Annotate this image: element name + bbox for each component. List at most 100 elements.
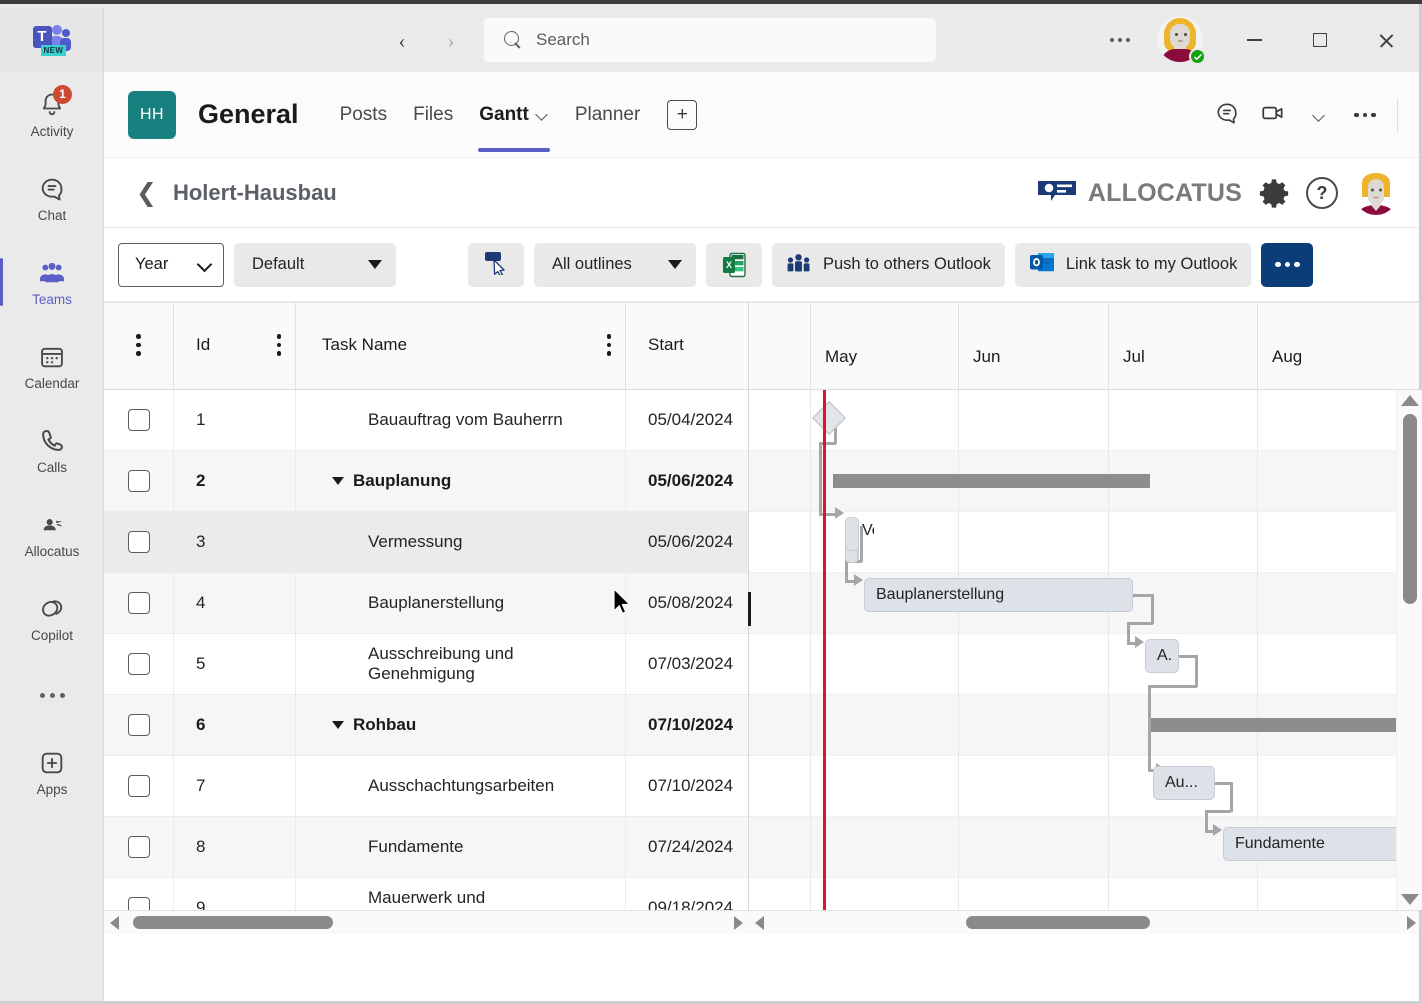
add-tab-button[interactable]: + [667,100,697,130]
scroll-thumb[interactable] [133,916,333,929]
scroll-track[interactable] [770,911,1401,935]
tab-gantt[interactable]: Gantt [466,72,562,158]
row-checkbox-cell[interactable] [104,878,174,910]
table-row[interactable]: 4 Bauplanerstellung 05/08/2024 [104,573,748,634]
search-input[interactable]: Search [483,17,937,63]
channel-meet-dropdown[interactable] [1299,95,1339,135]
sidebar-item-apps[interactable]: Apps [0,730,104,814]
checkbox[interactable] [128,897,150,910]
chart-horizontal-scrollbar[interactable] [749,910,1422,934]
task-bar-vermessung[interactable] [845,517,859,551]
scroll-right-arrow-icon[interactable] [1407,916,1416,930]
close-button[interactable] [1364,22,1408,58]
chevron-down-icon[interactable] [536,108,549,121]
maximize-button[interactable] [1298,22,1342,58]
row-checkbox-cell[interactable] [104,756,174,816]
checkbox[interactable] [128,592,150,614]
nav-back-button[interactable]: ‹ [385,24,419,58]
scroll-thumb[interactable] [966,916,1150,929]
channel-more-button[interactable] [1345,95,1385,135]
sidebar-item-calendar[interactable]: Calendar [0,324,104,408]
scroll-track[interactable] [1397,406,1422,894]
user-avatar-button[interactable] [1354,171,1398,215]
row-checkbox-cell[interactable] [104,451,174,511]
scroll-down-arrow-icon[interactable] [1401,894,1419,905]
scroll-track[interactable] [125,911,728,935]
link-task-to-my-outlook-button[interactable]: Link task to my Outlook [1015,243,1252,287]
minimize-button[interactable] [1232,22,1276,58]
summary-bar[interactable] [1151,718,1422,732]
push-to-others-outlook-button[interactable]: Push to others Outlook [772,243,1005,287]
row-checkbox-cell[interactable] [104,512,174,572]
more-icon [1275,262,1300,268]
table-row[interactable]: 5 Ausschreibung und Genehmigung 07/03/20… [104,634,748,695]
help-button[interactable]: ? [1306,177,1338,209]
export-excel-button[interactable]: X [706,243,762,287]
checkbox[interactable] [128,653,150,675]
tab-files[interactable]: Files [400,72,466,158]
view-value: Default [252,255,304,274]
titlebar-more-button[interactable] [1103,29,1137,51]
teams-logo-button[interactable]: T NEW [0,8,104,76]
chart-vertical-scrollbar[interactable] [1396,390,1422,910]
table-row[interactable]: 3 Vermessung 05/06/2024 [104,512,748,573]
tab-posts[interactable]: Posts [327,72,401,158]
table-row[interactable]: 1 Bauauftrag vom Bauherrn 05/04/2024 [104,390,748,451]
toolbar-overflow-button[interactable] [1261,243,1313,287]
task-bar[interactable]: Fundamente [1223,827,1422,861]
nav-forward-button[interactable]: › [434,24,468,58]
more-vertical-icon[interactable] [277,334,282,356]
table-row[interactable]: 2 Bauplanung 05/06/2024 [104,451,748,512]
checkbox[interactable] [128,470,150,492]
grid-header-start[interactable]: Start [626,301,748,389]
summary-bar[interactable] [833,474,1150,488]
channel-chat-button[interactable] [1207,95,1247,135]
row-checkbox-cell[interactable] [104,390,174,450]
grid-header-task-name[interactable]: Task Name [296,301,626,389]
checkbox[interactable] [128,714,150,736]
sidebar-item-teams[interactable]: Teams [0,240,104,324]
column-resize-handle[interactable] [748,592,751,626]
sidebar-item-activity[interactable]: 1 Activity [0,72,104,156]
sidebar-item-allocatus[interactable]: Allocatus [0,492,104,576]
task-bar[interactable]: Bauplanerstellung [864,578,1133,612]
checkbox[interactable] [128,409,150,431]
scroll-left-arrow-icon[interactable] [110,916,119,930]
table-row[interactable]: 8 Fundamente 07/24/2024 [104,817,748,878]
view-select[interactable]: Default [234,243,396,287]
checkbox[interactable] [128,531,150,553]
task-bar[interactable]: Au... [1153,766,1215,800]
checkbox[interactable] [128,836,150,858]
outline-select[interactable]: All outlines [534,243,696,287]
back-button[interactable]: ❮ [136,178,157,208]
checkbox[interactable] [128,775,150,797]
collapse-triangle-icon[interactable] [332,477,344,485]
rail-more-button[interactable] [0,660,104,730]
scroll-left-arrow-icon[interactable] [755,916,764,930]
account-avatar-button[interactable] [1157,16,1205,64]
scroll-up-arrow-icon[interactable] [1401,395,1419,406]
settings-button[interactable] [1258,177,1290,209]
channel-meet-button[interactable] [1253,95,1293,135]
scroll-right-arrow-icon[interactable] [734,916,743,930]
collapse-triangle-icon[interactable] [332,721,344,729]
grid-header-menu-select[interactable] [104,301,174,389]
row-checkbox-cell[interactable] [104,695,174,755]
sidebar-item-calls[interactable]: Calls [0,408,104,492]
grid-horizontal-scrollbar[interactable] [104,910,749,934]
row-checkbox-cell[interactable] [104,573,174,633]
row-checkbox-cell[interactable] [104,817,174,877]
table-row[interactable]: 9 Mauerwerk und Stahlbetondecken 09/18/2… [104,878,748,910]
task-bar[interactable]: A. [1145,639,1179,673]
scroll-thumb[interactable] [1403,414,1417,604]
more-vertical-icon[interactable] [607,334,612,356]
tab-planner[interactable]: Planner [562,72,654,158]
table-row[interactable]: 7 Ausschachtungsarbeiten 07/10/2024 [104,756,748,817]
sidebar-item-copilot[interactable]: Copilot [0,576,104,660]
select-tool-button[interactable] [468,243,524,287]
sidebar-item-chat[interactable]: Chat [0,156,104,240]
table-row[interactable]: 6 Rohbau 07/10/2024 [104,695,748,756]
row-checkbox-cell[interactable] [104,634,174,694]
timescale-select[interactable]: Year [118,243,224,287]
grid-header-id[interactable]: Id [174,301,296,389]
